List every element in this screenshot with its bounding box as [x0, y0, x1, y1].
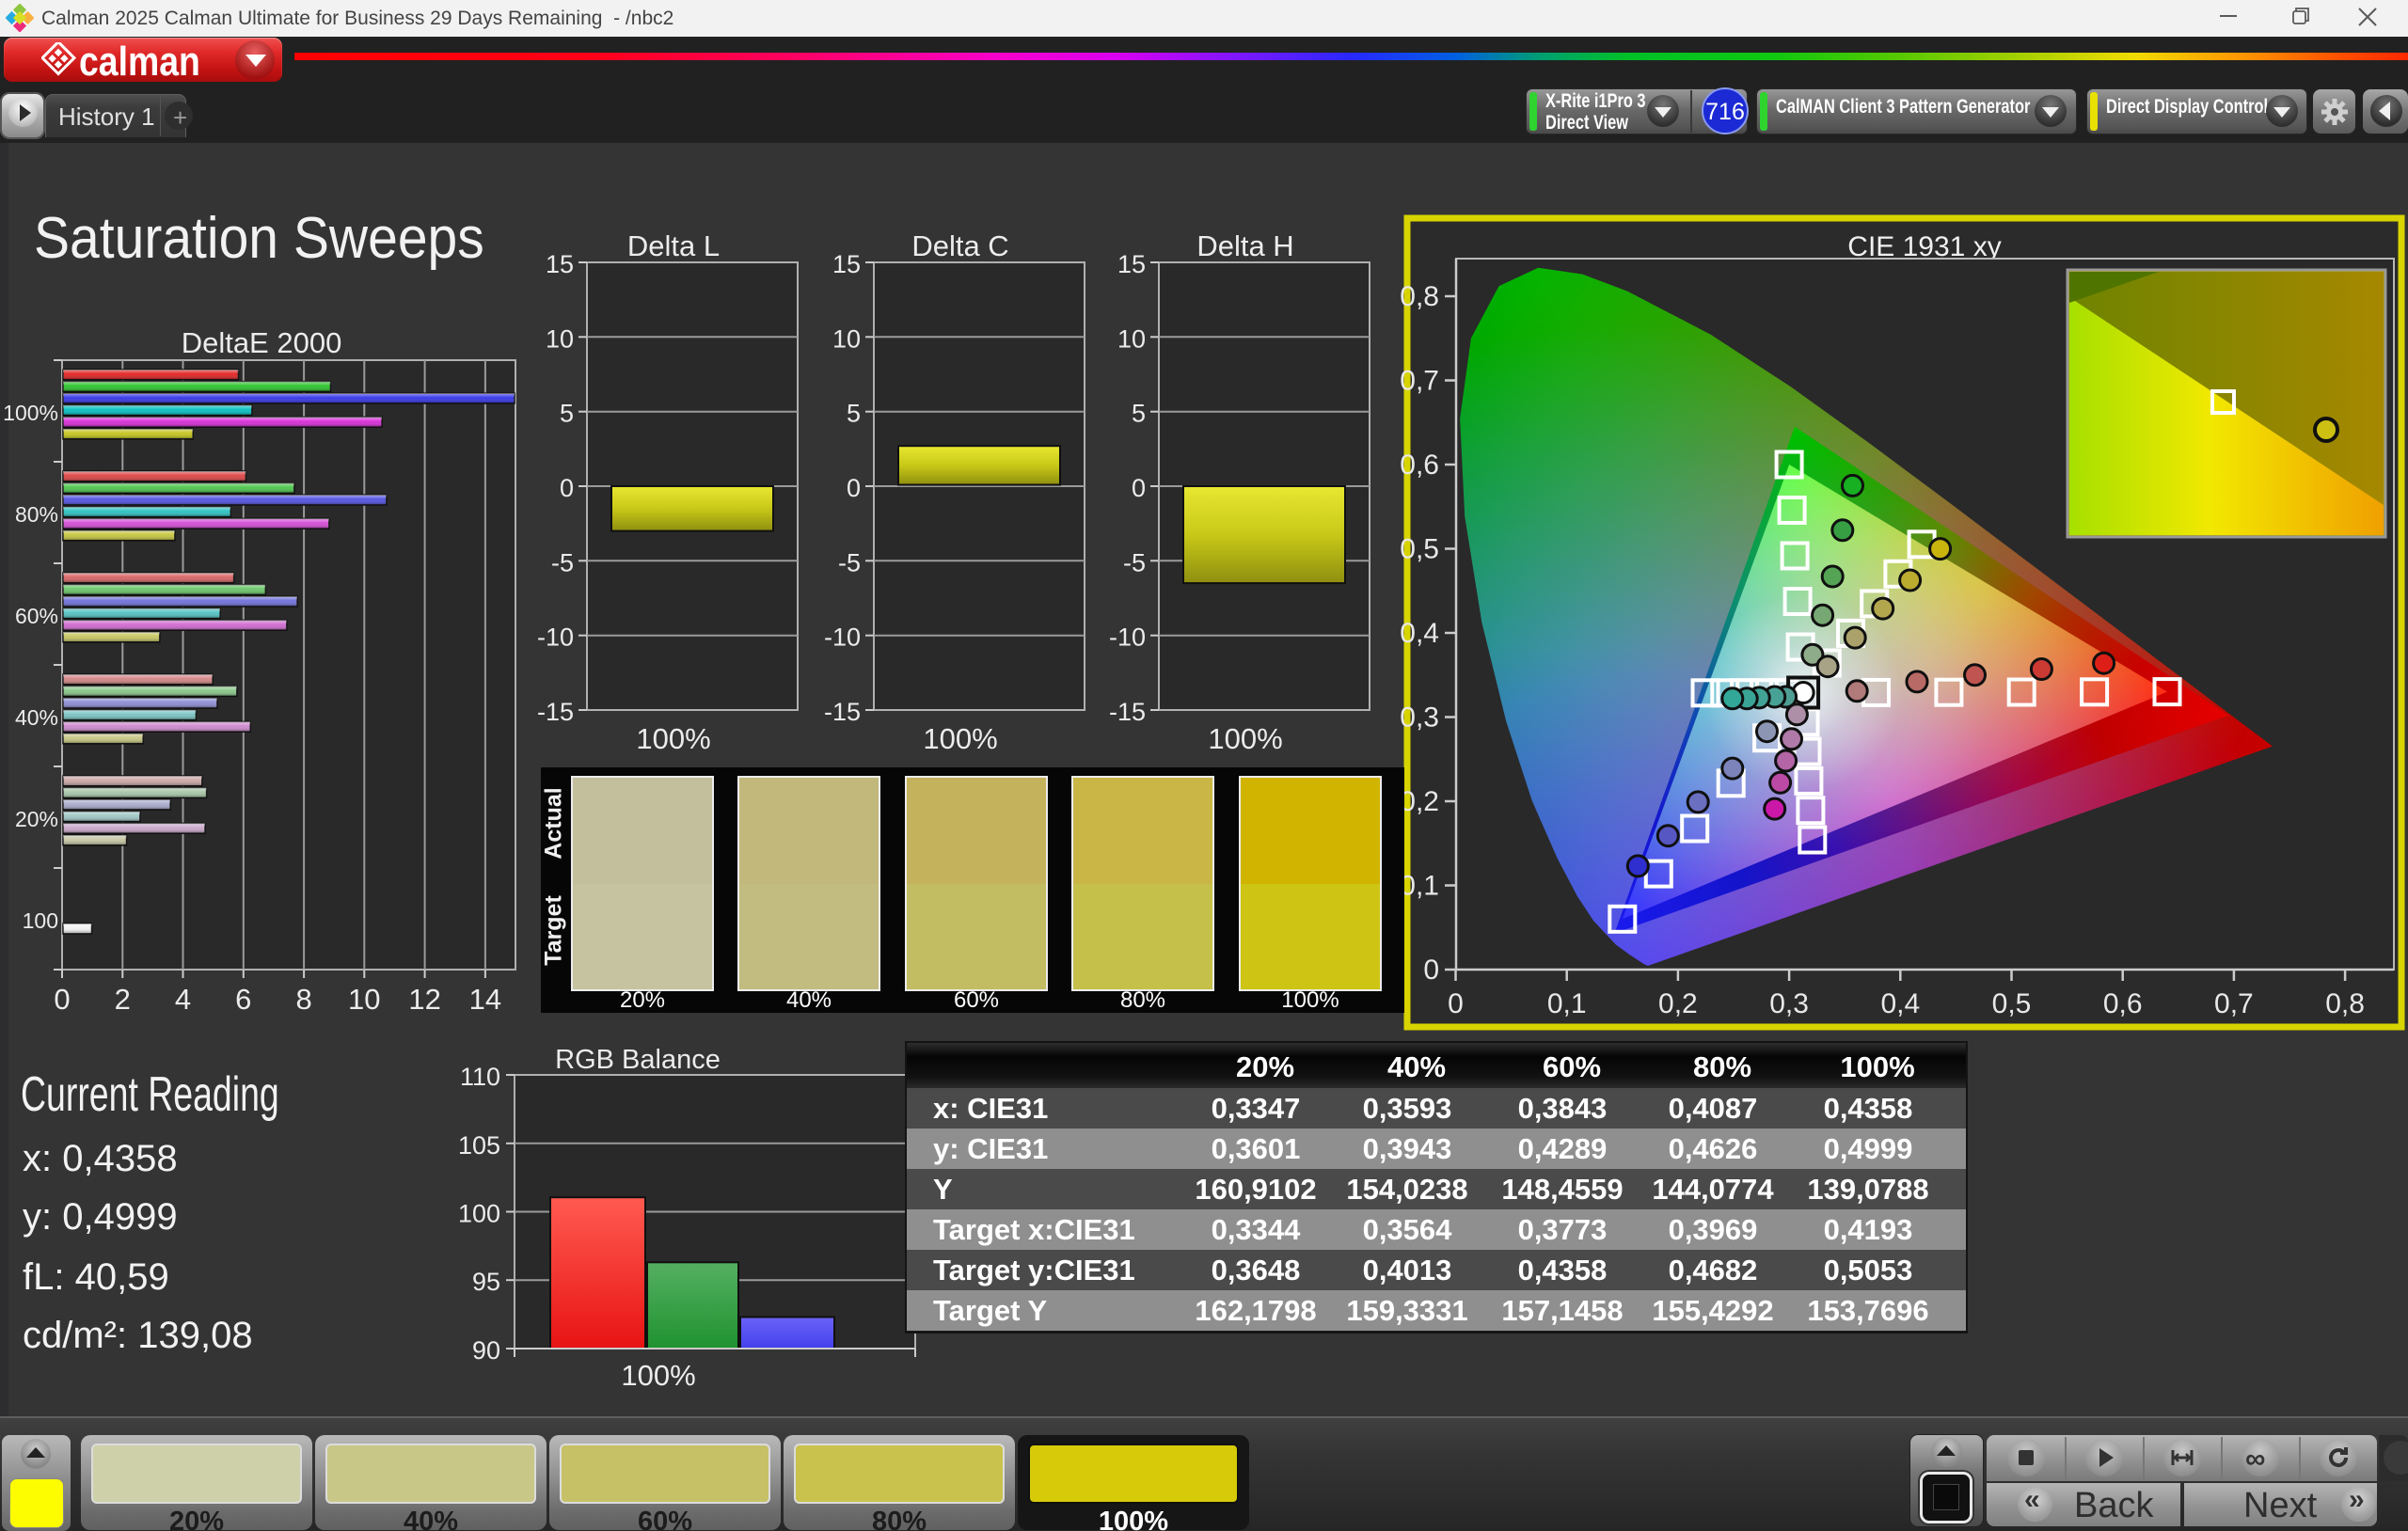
svg-text:0,7: 0,7	[2214, 988, 2254, 1019]
svg-text:0,4: 0,4	[1880, 988, 1920, 1019]
svg-text:0,1: 0,1	[1400, 871, 1439, 902]
svg-text:0: 0	[1423, 955, 1439, 986]
svg-text:0,2: 0,2	[1658, 988, 1698, 1019]
svg-text:90: 90	[472, 1336, 500, 1365]
svg-text:0,2: 0,2	[1400, 786, 1439, 817]
svg-text:110: 110	[460, 1063, 500, 1091]
svg-text:0,5: 0,5	[1400, 534, 1439, 565]
svg-text:0,6: 0,6	[1400, 450, 1439, 481]
svg-text:0,1: 0,1	[1547, 988, 1587, 1019]
svg-text:0,7: 0,7	[1400, 366, 1439, 397]
svg-text:105: 105	[458, 1131, 500, 1160]
svg-text:RGB Balance: RGB Balance	[555, 1045, 721, 1075]
svg-text:0,3: 0,3	[1769, 988, 1809, 1019]
svg-text:100%: 100%	[621, 1359, 695, 1392]
svg-text:95: 95	[472, 1268, 500, 1296]
svg-text:0,8: 0,8	[1400, 281, 1439, 312]
svg-text:100: 100	[458, 1200, 500, 1228]
svg-text:0,8: 0,8	[2325, 988, 2365, 1019]
svg-text:0: 0	[1448, 988, 1464, 1019]
svg-text:0,5: 0,5	[1992, 988, 2032, 1019]
svg-text:0,3: 0,3	[1400, 702, 1439, 734]
svg-text:0,4: 0,4	[1400, 618, 1439, 649]
svg-text:0,6: 0,6	[2103, 988, 2143, 1019]
